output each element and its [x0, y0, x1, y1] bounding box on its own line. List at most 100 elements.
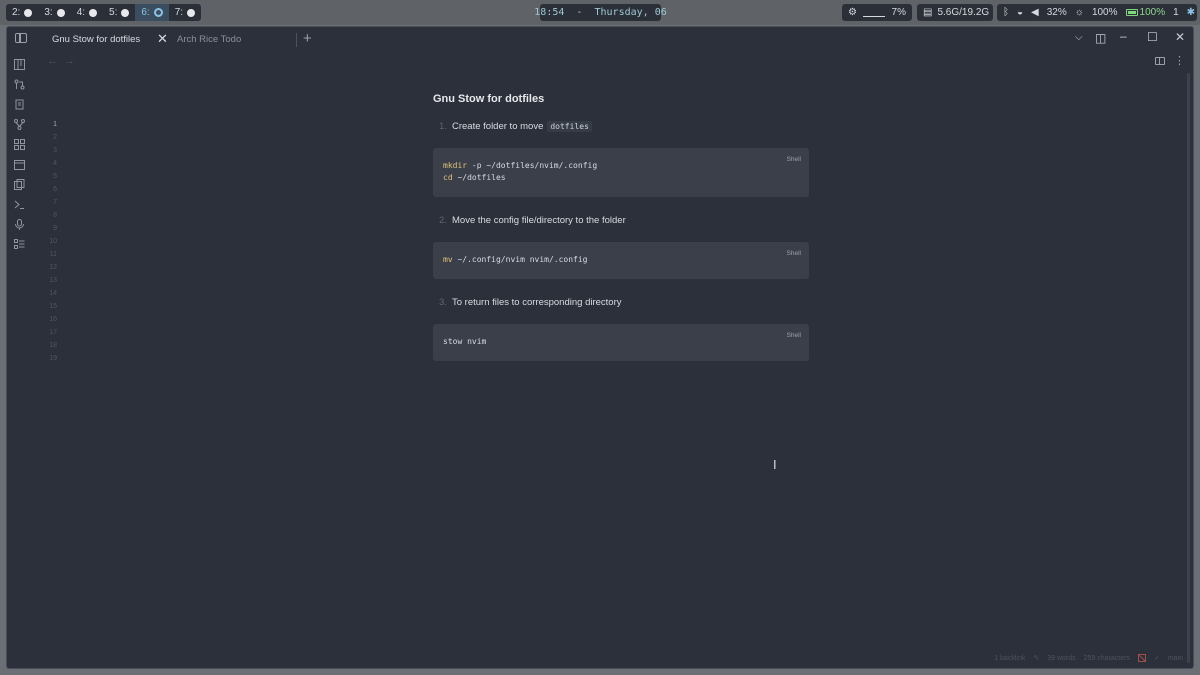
microphone-icon[interactable]: [14, 217, 25, 230]
backlinks-count[interactable]: 1 backlink: [994, 655, 1025, 662]
calendar-icon[interactable]: [14, 157, 25, 170]
workspace-switcher: 2: 3: 4: 5: 6: 7:: [6, 4, 202, 21]
line-number: 15: [49, 303, 57, 310]
code-keyword: mv: [443, 255, 453, 264]
line-number: 8: [53, 212, 57, 219]
line-number-gutter: 1 2 3 4 5 6 7 8 9 10 11 12 13 14 15 16 17 18 19: [37, 118, 57, 365]
code-text: -p ~/dotfiles/nvim/.config: [467, 161, 598, 170]
list-item: 1. Create folder to move dotfiles: [433, 119, 809, 133]
workspace-2[interactable]: 2:: [6, 4, 38, 21]
line-number: 11: [49, 251, 57, 258]
note-title: Gnu Stow for dotfiles: [433, 93, 545, 105]
notification-bell-icon[interactable]: ✱: [1187, 7, 1195, 18]
code-language-label: Shell: [786, 332, 801, 339]
memory-value: 5.6G/19.2G: [937, 7, 990, 18]
editor-content[interactable]: Gnu Stow for dotfiles 1. Create folder t…: [433, 93, 809, 361]
workspace-label: 3:: [44, 7, 53, 18]
workspace-4[interactable]: 4:: [71, 4, 103, 21]
sidebar-toggle-icon[interactable]: [15, 33, 27, 43]
code-keyword: mkdir: [443, 161, 468, 170]
brightness-value[interactable]: 100%: [1092, 7, 1118, 18]
tab-gnu-stow[interactable]: Gnu Stow for dotfiles: [52, 34, 140, 45]
files-icon[interactable]: [14, 97, 25, 110]
git-branch[interactable]: main: [1168, 655, 1183, 662]
kanban-icon[interactable]: [14, 57, 25, 70]
line-number: 12: [49, 264, 57, 271]
inline-code: dotfiles: [547, 120, 592, 132]
memory-widget[interactable]: ▤ 5.6G/19.2G: [917, 4, 993, 21]
window-close-icon[interactable]: ✕: [1175, 30, 1185, 44]
code-language-label: Shell: [786, 156, 801, 163]
workspace-dot-icon: [121, 8, 130, 17]
line-number: 4: [53, 160, 57, 167]
workspace-5[interactable]: 5:: [103, 4, 135, 21]
workspace-label: 7:: [174, 7, 184, 18]
system-topbar: 2: 3: 4: 5: 6: 7: 18:54 - Thursday, 06 ⚙…: [0, 0, 1200, 25]
close-icon[interactable]: ✕: [157, 31, 168, 47]
line-number: 13: [49, 277, 57, 284]
clock[interactable]: 18:54 - Thursday, 06: [534, 4, 667, 21]
workspace-7[interactable]: 7:: [169, 4, 201, 21]
code-text: ~/dotfiles: [452, 173, 506, 182]
forward-arrow-icon[interactable]: →: [64, 55, 75, 67]
right-sidebar-toggle-icon[interactable]: ◫: [1095, 31, 1106, 45]
tab-arch-rice-todo[interactable]: Arch Rice Todo: [177, 34, 241, 45]
task-list-icon[interactable]: [14, 237, 25, 249]
new-tab-icon[interactable]: +: [303, 30, 312, 47]
code-text: stow nvim: [443, 337, 487, 346]
copy-icon[interactable]: [14, 177, 25, 190]
tab-divider: [296, 33, 297, 47]
edit-icon[interactable]: ✎: [1033, 654, 1039, 662]
memory-icon: ▤: [923, 7, 933, 18]
grid-icon[interactable]: [14, 137, 25, 150]
code-line: stow nvim: [443, 336, 799, 348]
line-number: 10: [49, 238, 57, 245]
battery-widget[interactable]: 100%: [1125, 7, 1166, 18]
workspace-3[interactable]: 3:: [38, 4, 70, 21]
cpu-icon: ⚙: [848, 7, 857, 18]
line-number: 6: [53, 186, 57, 193]
git-compare-icon[interactable]: [14, 77, 25, 90]
line-number: 3: [53, 147, 57, 154]
battery-value: 100%: [1139, 7, 1166, 18]
line-number: 2: [53, 134, 57, 141]
scrollbar[interactable]: [1187, 73, 1190, 663]
clock-text: 18:54 - Thursday, 06: [534, 7, 667, 18]
workspace-label: 4:: [76, 7, 86, 18]
word-count: 39 words: [1047, 654, 1076, 662]
back-arrow-icon[interactable]: ←: [47, 55, 58, 67]
system-tray: ᛒ ◒ ◀ 32% ☼ 100% 100% 1 ✱: [997, 4, 1197, 21]
character-count: 259 characters: [1083, 654, 1130, 662]
workspace-label: 5:: [109, 7, 118, 18]
reading-view-icon[interactable]: [1155, 57, 1165, 65]
maximize-icon[interactable]: ☐: [1147, 30, 1158, 44]
line-number: 16: [49, 316, 57, 323]
list-number: 3.: [439, 296, 447, 308]
code-block[interactable]: Shell mv ~/.config/nvim nvim/.config: [433, 242, 809, 279]
terminal-icon[interactable]: [14, 197, 25, 209]
list-item: 3. To return files to corresponding dire…: [433, 295, 809, 309]
notification-count[interactable]: 1: [1173, 7, 1179, 18]
chevron-down-icon[interactable]: ⌵: [1075, 32, 1083, 43]
bluetooth-icon[interactable]: ᛒ: [1003, 7, 1009, 18]
minimize-icon[interactable]: –: [1120, 29, 1127, 43]
code-block[interactable]: Shell stow nvim: [433, 324, 809, 361]
workspace-6[interactable]: 6:: [135, 4, 169, 21]
line-number: 14: [49, 290, 57, 297]
line-number: 17: [49, 329, 57, 336]
cpu-widget[interactable]: ⚙ 7%: [842, 4, 912, 21]
list-number: 2.: [439, 214, 447, 226]
line-number: 7: [53, 199, 57, 206]
list-item-text: Create folder to move: [452, 120, 544, 132]
volume-value[interactable]: 32%: [1047, 7, 1067, 18]
sync-disabled-icon[interactable]: [1137, 654, 1146, 662]
graph-view-icon[interactable]: [14, 117, 25, 130]
more-options-icon[interactable]: ⋮: [1174, 54, 1185, 67]
code-block[interactable]: Shell mkdir -p ~/dotfiles/nvim/.config c…: [433, 148, 809, 197]
workspace-active-dot-icon: [153, 8, 163, 17]
list-item: 2. Move the config file/directory to the…: [433, 213, 809, 227]
code-line: cd ~/dotfiles: [443, 172, 799, 184]
text-cursor-icon: I: [773, 457, 777, 472]
volume-icon[interactable]: ◀: [1031, 7, 1039, 18]
wifi-icon[interactable]: ◒: [1017, 7, 1023, 18]
